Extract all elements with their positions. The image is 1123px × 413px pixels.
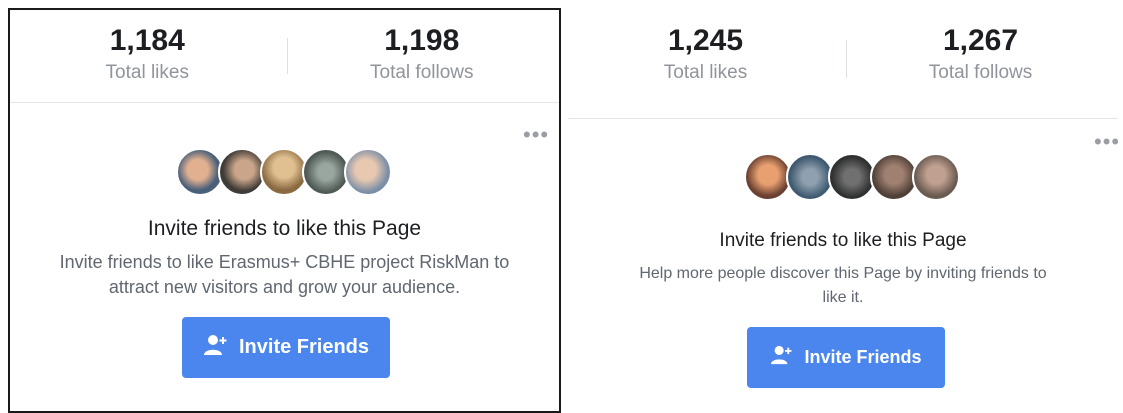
page-insights-card-right: 1,245 Total likes 1,267 Total follows ••… [568, 8, 1118, 413]
invite-title: Invite friends to like this Page [147, 217, 422, 240]
page-insights-card-left: 1,184 Total likes 1,198 Total follows ••… [8, 8, 561, 413]
total-likes-stat: 1,184 Total likes [10, 26, 285, 84]
friend-avatar [344, 148, 392, 196]
friend-avatars [176, 148, 392, 196]
invite-title: Invite friends to like this Page [719, 230, 967, 251]
friend-avatar [786, 153, 834, 201]
total-likes-label: Total likes [663, 62, 748, 83]
stats-row: 1,184 Total likes 1,198 Total follows [10, 26, 559, 84]
invite-description-line: attract new visitors and grow your audie… [108, 277, 461, 297]
invite-description: Invite friends to like Erasmus+ CBHE pro… [10, 250, 559, 300]
more-horizontal-icon: ••• [523, 122, 550, 147]
friend-avatar [218, 148, 266, 196]
friend-avatar [828, 153, 876, 201]
invite-friends-button[interactable]: Invite Friends [182, 317, 390, 378]
section-divider [10, 102, 559, 103]
friend-avatar [870, 153, 918, 201]
invite-friends-button[interactable]: Invite Friends [747, 327, 945, 388]
invite-description-line: Invite friends to like Erasmus+ CBHE pro… [59, 252, 510, 272]
total-follows-value: 1,267 [942, 24, 1019, 57]
total-likes-stat: 1,245 Total likes [568, 26, 843, 84]
screenshot-stage: 1,184 Total likes 1,198 Total follows ••… [0, 0, 1123, 413]
friend-avatar [302, 148, 350, 196]
total-follows-value: 1,198 [384, 24, 460, 57]
friend-avatar [176, 148, 224, 196]
invite-description: Help more people discover this Page by i… [568, 262, 1118, 310]
total-likes-value: 1,184 [109, 24, 185, 57]
stats-divider [287, 38, 288, 74]
total-likes-label: Total likes [105, 62, 189, 83]
stats-divider [846, 40, 847, 78]
total-follows-label: Total follows [928, 62, 1033, 83]
friend-avatar [912, 153, 960, 201]
more-options-button[interactable]: ••• [523, 124, 549, 146]
friend-avatar [744, 153, 792, 201]
total-follows-label: Total follows [370, 62, 474, 83]
total-follows-stat: 1,198 Total follows [285, 26, 560, 84]
total-follows-stat: 1,267 Total follows [843, 26, 1118, 84]
invite-friends-label: Invite Friends [804, 347, 922, 367]
more-options-button[interactable]: ••• [1094, 131, 1118, 153]
stats-row: 1,245 Total likes 1,267 Total follows [568, 26, 1118, 84]
add-person-icon [203, 334, 227, 362]
invite-description-line: like it. [822, 289, 864, 306]
section-divider [568, 118, 1118, 119]
more-horizontal-icon: ••• [1094, 129, 1118, 154]
add-person-icon [770, 345, 792, 370]
friend-avatar [260, 148, 308, 196]
invite-friends-label: Invite Friends [238, 336, 370, 358]
invite-description-line: Help more people discover this Page by i… [639, 265, 1047, 282]
total-likes-value: 1,245 [667, 24, 744, 57]
friend-avatars [744, 153, 960, 201]
